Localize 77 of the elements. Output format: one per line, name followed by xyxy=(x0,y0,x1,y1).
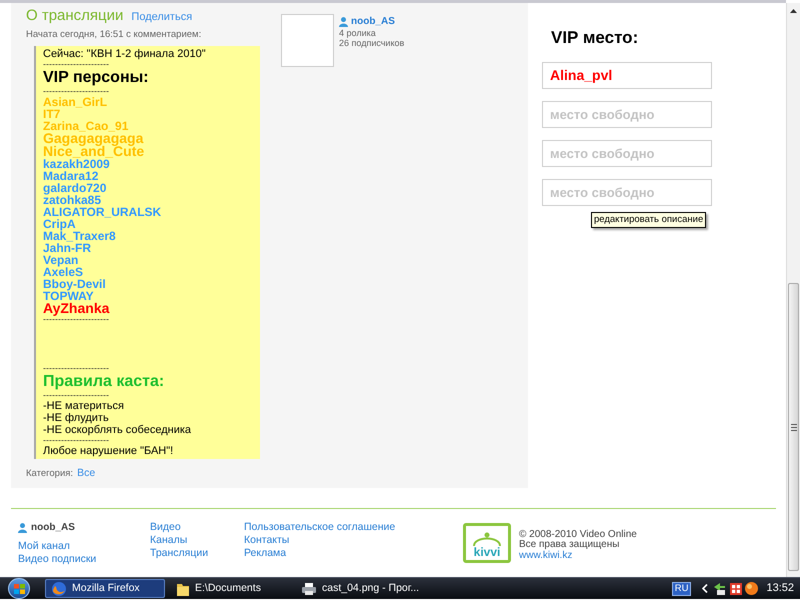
vip-person-name: AxeleS xyxy=(43,266,84,278)
vip-person-name: Zarina_Cao_91 xyxy=(43,120,128,132)
dash-line: ---------------------- xyxy=(43,391,109,400)
vip-person-name: AyZhanka xyxy=(43,302,110,315)
dash-line: ---------------------- xyxy=(43,87,109,96)
section-heading: VIP персоны: xyxy=(43,69,149,87)
dash-line: ---------------------- xyxy=(43,60,109,69)
site-link[interactable]: www.kiwi.kz xyxy=(519,550,572,561)
footer-username: noob_AS xyxy=(31,521,75,534)
vip-person-name: TOPWAY xyxy=(43,290,94,302)
folder-icon xyxy=(177,582,189,596)
vip-person-name: Bboy-Devil xyxy=(43,278,106,290)
logo-text: kivvi xyxy=(474,546,500,559)
footer-link[interactable]: Реклама xyxy=(244,547,286,560)
vip-person-name: Vepan xyxy=(43,254,78,266)
vip-person-name: Jahn-FR xyxy=(43,242,91,254)
arrow-icon[interactable] xyxy=(714,582,726,594)
footer-link[interactable]: Видео подписки xyxy=(18,553,96,566)
vip-person-name: Nice_and_Cute xyxy=(43,145,144,158)
footer-link[interactable]: Видео xyxy=(150,521,181,534)
taskbar-button[interactable]: E:\Documents xyxy=(170,579,290,598)
vip-person-name: Gagagagagaga xyxy=(43,132,144,145)
language-indicator[interactable]: RU xyxy=(672,582,692,596)
arch-icon xyxy=(472,532,502,546)
vip-person-name: IT7 xyxy=(43,108,60,120)
dash-line: ---------------------- xyxy=(43,364,109,373)
footer-link[interactable]: Мой канал xyxy=(18,540,70,553)
footer-link[interactable]: Трансляции xyxy=(150,547,208,560)
comment-text: Сейчас: "КВН 1-2 финала 2010" xyxy=(43,48,206,60)
video-count: 4 ролика xyxy=(339,28,376,38)
logo-frame[interactable]: kivvi xyxy=(463,523,511,563)
taskbar-button[interactable]: cast_04.png - Прог... xyxy=(295,579,426,598)
vip-person-name: Madara12 xyxy=(43,170,98,182)
section-heading: Правила каста: xyxy=(43,373,164,391)
dash-line: ---------------------- xyxy=(43,436,109,445)
grid-icon[interactable] xyxy=(730,582,742,594)
copyright-text: © 2008-2010 Video Online xyxy=(519,530,637,540)
globe-icon xyxy=(52,582,66,596)
chevron-left-icon[interactable] xyxy=(702,584,708,593)
subscriber-count: 26 подписчиков xyxy=(339,38,404,48)
comment-text: Любое нарушение "БАН"! xyxy=(43,445,174,457)
vip-person-name: zatohka85 xyxy=(43,194,102,206)
category-link[interactable]: Все xyxy=(77,467,96,479)
clock[interactable]: 13:52 xyxy=(766,580,794,597)
dash-line: ---------------------- xyxy=(43,315,109,324)
vip-person-name: Mak_Traxer8 xyxy=(43,230,116,242)
comment-text: -НЕ флудить xyxy=(43,412,109,424)
rights-text: Все права защищены xyxy=(519,540,620,550)
user-icon xyxy=(18,522,27,532)
scrollbar-thumb[interactable] xyxy=(788,283,799,571)
taskbar-button[interactable]: Mozilla Firefox xyxy=(45,579,165,598)
tooltip: редактировать описание xyxy=(591,212,706,228)
vip-person-name: ALIGATOR_URALSK xyxy=(43,206,162,218)
user-icon xyxy=(339,16,348,26)
grip-icon xyxy=(790,424,796,430)
vip-slot[interactable]: Alina_pvl xyxy=(542,62,712,89)
footer-link[interactable]: Контакты xyxy=(244,534,290,547)
start-button[interactable] xyxy=(8,578,30,599)
comment-text: -НЕ материться xyxy=(43,400,124,412)
vip-place-heading: VIP место: xyxy=(551,28,638,48)
printer-icon xyxy=(302,582,316,594)
share-link[interactable]: Поделиться xyxy=(131,10,192,24)
category-label: Категория: xyxy=(26,468,74,480)
author-link[interactable]: noob_AS xyxy=(351,15,395,28)
footer-link[interactable]: Каналы xyxy=(150,534,188,547)
flag-icon xyxy=(14,584,24,594)
vip-person-name: galardo720 xyxy=(43,182,106,194)
vip-person-name: CripA xyxy=(43,218,76,230)
start-info-text: Начата сегодня, 16:51 с комментарием: xyxy=(26,29,202,40)
vip-person-name: kazakh2009 xyxy=(43,158,110,170)
ball-icon[interactable] xyxy=(745,582,758,595)
scroll-up-icon[interactable] xyxy=(790,9,797,13)
footer-link[interactable]: Пользовательское соглашение xyxy=(244,521,396,534)
vip-person-name: Asian_GirL xyxy=(43,96,108,108)
scrollbar-track[interactable] xyxy=(786,3,800,577)
section-title: О трансляции xyxy=(26,6,124,26)
comment-text: -НЕ оскорблять собеседника xyxy=(43,424,192,436)
